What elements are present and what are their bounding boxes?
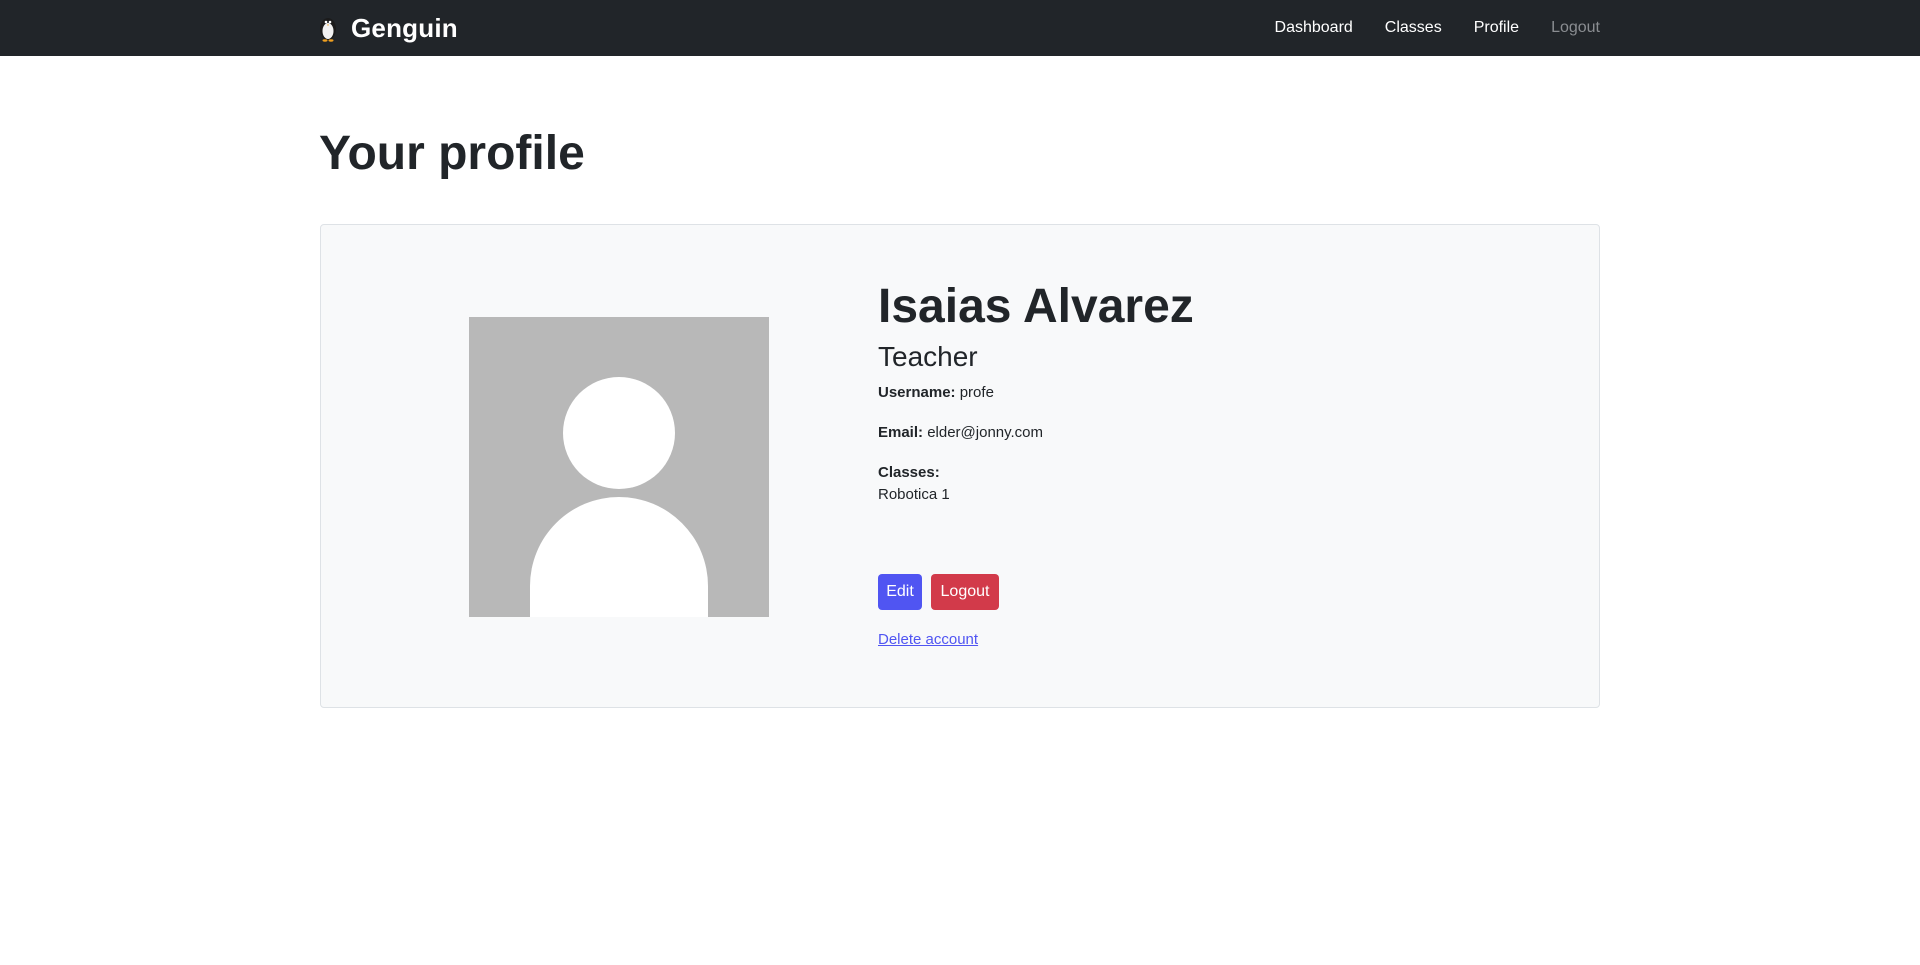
profile-card: Isaias Alvarez Teacher Username: profe E… (320, 224, 1600, 708)
penguin-icon (320, 18, 336, 42)
logout-button[interactable]: Logout (931, 574, 999, 610)
nav-classes-link[interactable]: Classes (1385, 19, 1442, 37)
nav-logout-link[interactable]: Logout (1551, 19, 1600, 37)
avatar-body-shape (530, 497, 708, 617)
classes-field: Classes: Robotica 1 (878, 463, 1528, 507)
nav-profile-link[interactable]: Profile (1474, 19, 1519, 37)
profile-role: Teacher (878, 341, 978, 372)
classes-list-item: Robotica 1 (878, 486, 950, 503)
brand-link[interactable]: Genguin (319, 10, 458, 46)
delete-account-link[interactable]: Delete account (878, 631, 978, 648)
username-label: Username: (878, 384, 956, 401)
username-field: Username: profe (878, 383, 1528, 403)
email-label: Email: (878, 424, 924, 441)
profile-info: Isaias Alvarez Teacher Username: profe E… (878, 277, 1528, 507)
email-value: elder@jonny.com (927, 424, 1044, 441)
nav-links: Dashboard Classes Profile Logout (1243, 0, 1600, 56)
avatar-head-shape (563, 377, 675, 489)
nav-dashboard-link[interactable]: Dashboard (1275, 19, 1353, 37)
edit-button[interactable]: Edit (878, 574, 922, 610)
profile-actions: Edit Logout (878, 574, 999, 610)
profile-name: Isaias Alvarez (878, 280, 1194, 333)
top-navbar: Genguin Dashboard Classes Profile Logout (0, 0, 1920, 56)
email-field: Email: elder@jonny.com (878, 423, 1528, 443)
default-avatar-icon (469, 317, 769, 617)
classes-label: Classes: (878, 464, 940, 481)
brand-name: Genguin (351, 12, 458, 43)
page-title: Your profile (319, 127, 585, 180)
username-value: profe (959, 384, 994, 401)
